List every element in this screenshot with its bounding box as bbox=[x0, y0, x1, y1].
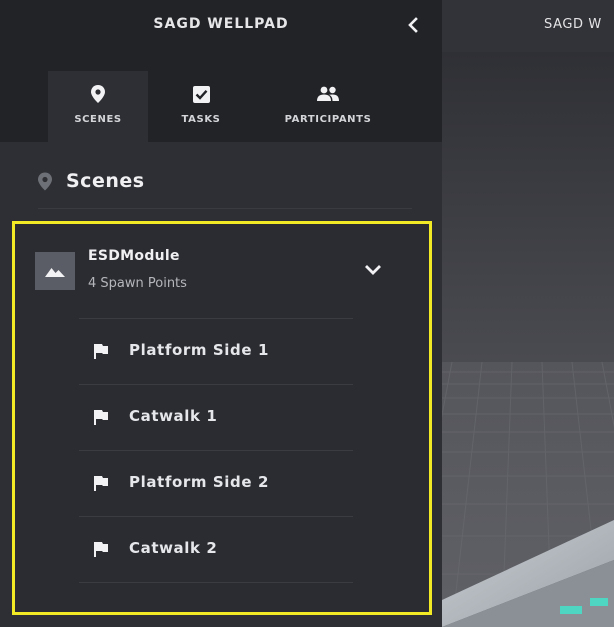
spawn-point-label: Catwalk 1 bbox=[129, 407, 218, 425]
scene-module-card: ESDModule 4 Spawn Points Platform Side 1 bbox=[12, 221, 432, 615]
divider bbox=[38, 208, 412, 209]
chevron-down-icon[interactable] bbox=[363, 260, 383, 280]
checkbox-icon bbox=[192, 85, 210, 103]
tab-label: TASKS bbox=[181, 114, 221, 125]
flag-icon bbox=[94, 476, 108, 491]
flag-icon bbox=[94, 542, 108, 557]
tab-label: PARTICIPANTS bbox=[284, 114, 372, 125]
viewport-title: SAGD W bbox=[544, 17, 602, 32]
spawn-point-item[interactable]: Catwalk 2 bbox=[15, 516, 429, 582]
map-pin-icon bbox=[91, 85, 105, 103]
divider bbox=[79, 516, 353, 517]
viewport-header: SAGD W bbox=[442, 0, 614, 52]
people-icon bbox=[316, 85, 340, 103]
flag-icon bbox=[94, 410, 108, 425]
landscape-icon bbox=[35, 252, 75, 290]
spawn-point-item[interactable]: Platform Side 2 bbox=[15, 450, 429, 516]
spawn-point-label: Platform Side 2 bbox=[129, 473, 270, 491]
spawn-point-list: Platform Side 1 Catwalk 1 Platform Side … bbox=[15, 318, 429, 582]
tab-scenes[interactable]: SCENES bbox=[48, 71, 148, 142]
tab-tasks[interactable]: TASKS bbox=[154, 71, 248, 142]
spawn-point-item[interactable]: Catwalk 1 bbox=[15, 384, 429, 450]
tab-participants[interactable]: PARTICIPANTS bbox=[262, 71, 394, 142]
divider bbox=[79, 582, 353, 583]
map-pin-icon bbox=[38, 172, 52, 190]
panel-header: SAGD WELLPAD bbox=[0, 0, 442, 52]
scene-name: ESDModule bbox=[88, 248, 180, 264]
scenes-heading: Scenes bbox=[38, 166, 145, 196]
section-title: Scenes bbox=[66, 170, 145, 192]
tab-label: SCENES bbox=[74, 114, 122, 125]
panel-title: SAGD WELLPAD bbox=[153, 16, 289, 32]
viewport-render bbox=[442, 52, 614, 627]
tab-bar: SCENES TASKS PARTICIPANTS bbox=[0, 52, 442, 142]
divider bbox=[79, 318, 353, 319]
flag-icon bbox=[94, 344, 108, 359]
chevron-left-icon bbox=[408, 17, 418, 33]
spawn-point-item[interactable]: Platform Side 1 bbox=[15, 318, 429, 384]
collapse-panel-button[interactable] bbox=[402, 13, 424, 37]
divider bbox=[79, 450, 353, 451]
divider bbox=[79, 384, 353, 385]
scene-module-header[interactable]: ESDModule 4 Spawn Points bbox=[15, 224, 429, 316]
spawn-point-label: Catwalk 2 bbox=[129, 539, 218, 557]
scenes-panel: SAGD WELLPAD SCENES TASKS PARTICIPANTS S… bbox=[0, 0, 442, 627]
spawn-point-label: Platform Side 1 bbox=[129, 341, 270, 359]
spawn-count: 4 Spawn Points bbox=[88, 276, 187, 291]
scene-viewport[interactable]: SAGD W bbox=[442, 0, 614, 627]
